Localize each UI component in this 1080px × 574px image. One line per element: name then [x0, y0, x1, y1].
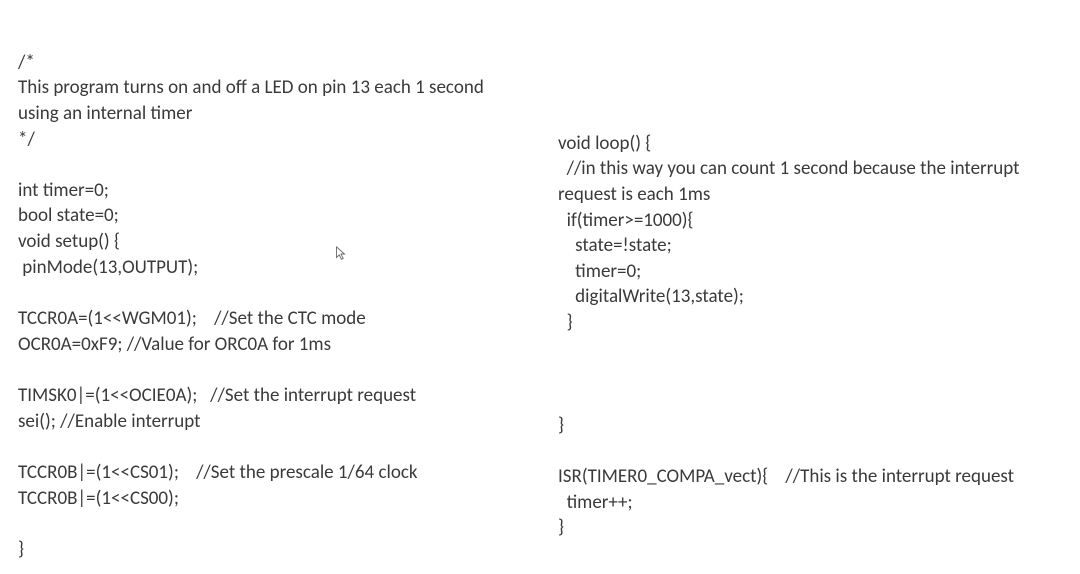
code-line: }: [558, 516, 564, 539]
code-columns: /* This program turns on and off a LED o…: [18, 24, 1062, 562]
code-line: void loop() {: [558, 132, 651, 155]
code-line: timer=0;: [558, 260, 641, 283]
code-column-right: void loop() { //in this way you can coun…: [558, 24, 1062, 562]
code-line: ISR(TIMER0_COMPA_vect){ //This is the in…: [558, 465, 1014, 488]
code-line: pinMode(13,OUTPUT);: [18, 256, 198, 279]
code-line: This program turns on and off a LED on p…: [18, 76, 484, 99]
code-line: */: [18, 128, 35, 151]
code-line: bool state=0;: [18, 204, 119, 227]
code-line: TIMSK0|=(1<<OCIE0A); //Set the interrupt…: [18, 384, 416, 407]
code-line: state=!state;: [558, 234, 672, 257]
code-line: TCCR0B|=(1<<CS01); //Set the prescale 1/…: [18, 461, 418, 484]
code-line: //in this way you can count 1 second bec…: [558, 157, 1020, 180]
code-line: OCR0A=0xF9; //Value for ORC0A for 1ms: [18, 333, 331, 356]
code-line: TCCR0A=(1<<WGM01); //Set the CTC mode: [18, 307, 366, 330]
code-line: }: [558, 414, 564, 437]
code-line: void setup() {: [18, 230, 120, 253]
code-line: if(timer>=1000){: [558, 209, 694, 232]
code-line: timer++;: [558, 491, 633, 514]
code-column-left: /* This program turns on and off a LED o…: [18, 24, 558, 562]
code-line: }: [558, 311, 573, 334]
code-line: sei(); //Enable interrupt: [18, 410, 201, 433]
code-line: }: [18, 538, 24, 561]
code-line: request is each 1ms: [558, 183, 710, 206]
code-line: /*: [18, 51, 35, 74]
code-line: using an internal timer: [18, 102, 192, 125]
code-line: TCCR0B|=(1<<CS00);: [18, 487, 179, 510]
code-line: int timer=0;: [18, 179, 109, 202]
code-line: digitalWrite(13,state);: [558, 285, 744, 308]
